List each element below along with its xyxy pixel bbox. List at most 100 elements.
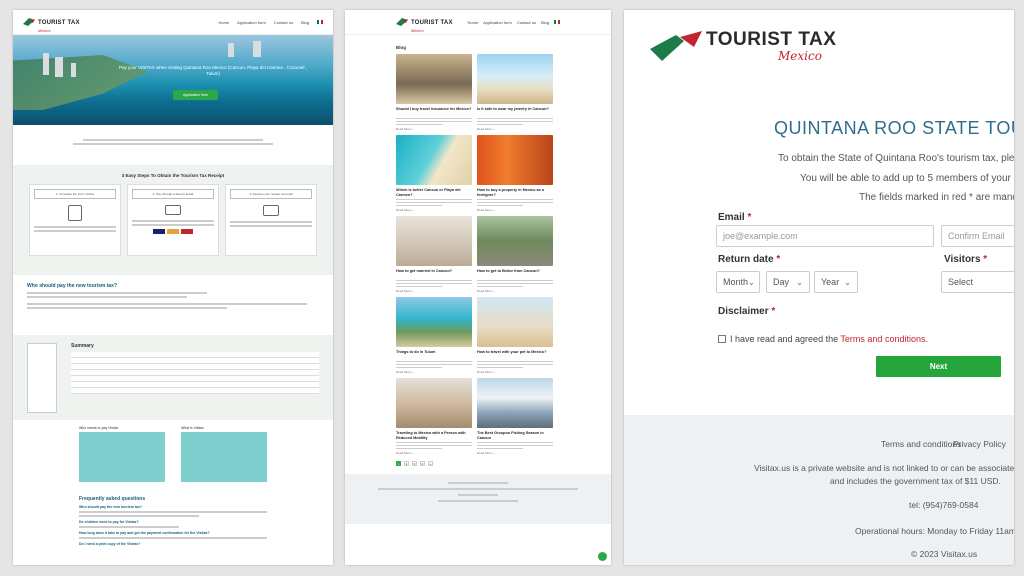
page-1-button[interactable]: 1 [396, 461, 401, 466]
logo-plane-icon [650, 31, 702, 61]
blog-card[interactable]: How to travel with your pet to Mexico? R… [477, 297, 553, 374]
footer-privacy-link[interactable]: Privacy Policy [953, 439, 1006, 449]
year-select[interactable]: Year ⌄ [814, 271, 858, 293]
blog-card[interactable]: Which is better Cancun or Playa del Carm… [396, 135, 472, 212]
next-page-button[interactable]: » [428, 461, 433, 466]
blog-card-image[interactable] [396, 54, 472, 104]
blog-card-image[interactable] [396, 297, 472, 347]
nav-blog[interactable]: Blog [541, 20, 549, 25]
chevron-down-icon: ⌄ [796, 277, 803, 287]
blog-title: Blog [396, 45, 406, 50]
summary-section: Summary [13, 335, 333, 420]
chevron-down-icon: ⌄ [844, 277, 851, 287]
blog-card-image[interactable] [477, 378, 553, 428]
faq-question[interactable]: Do children need to pay for Visitax? [79, 520, 267, 524]
email-label: Email * [718, 212, 752, 223]
logo-plane-icon [396, 18, 408, 26]
nav-home[interactable]: Home [219, 20, 230, 25]
blog-card[interactable]: How to buy a property in Mexico as a for… [477, 135, 553, 212]
blog-card[interactable]: The Best Groupon Fishing Season in Cancu… [477, 378, 553, 455]
page-2-button[interactable]: 2 [404, 461, 409, 466]
steps-title: 3 Easy Steps To Obtain the Tourism Tax R… [121, 173, 225, 178]
summary-table: Summary [71, 343, 319, 412]
site-logo[interactable]: TOURIST TAX Mexico [650, 30, 988, 62]
footer-hours: Operational hours: Monday to Friday 11am… [855, 526, 1014, 536]
form-instructions: To obtain the State of Quintana Roo's to… [778, 153, 1014, 164]
steps-section: 3 Easy Steps To Obtain the Tourism Tax R… [13, 165, 333, 275]
blog-card-image[interactable] [477, 297, 553, 347]
hero-building [55, 57, 63, 77]
page-3-button[interactable]: 3 [412, 461, 417, 466]
mexico-flag-icon[interactable] [317, 19, 323, 24]
blog-card-image[interactable] [477, 54, 553, 104]
form-instructions: You will be able to add up to 5 members … [800, 173, 1014, 184]
mexico-flag-icon[interactable] [554, 19, 560, 24]
hero-banner: Pay your VISITAX when visiting Quintana … [13, 35, 333, 125]
nav-home[interactable]: Home [468, 20, 479, 25]
page-4-button[interactable]: 4 [420, 461, 425, 466]
blog-card[interactable]: Traveling to Mexico with a Person with R… [396, 378, 472, 455]
envelope-icon [263, 205, 279, 216]
visitors-label: Visitors * [944, 254, 988, 265]
footer-disclaimer: Visitax.us is a private website and is n… [754, 463, 1014, 473]
tile-who-needs[interactable]: Who needs to pay Visitax [79, 426, 165, 484]
application-form-preview: TOURIST TAX Mexico QUINTANA ROO STATE TO… [624, 10, 1014, 565]
info-tiles: Who needs to pay Visitax What is Visitax [13, 420, 333, 490]
blog-card-image[interactable] [396, 135, 472, 185]
blog-card-image[interactable] [396, 216, 472, 266]
visitors-select[interactable]: Select [941, 271, 1014, 293]
footer-terms-link[interactable]: Terms and conditions [881, 439, 961, 449]
hero-building [228, 43, 234, 57]
blog-card-image[interactable] [396, 378, 472, 428]
agree-text: I have read and agreed the Terms and con… [730, 334, 928, 344]
site-logo[interactable]: TOURIST TAX Mexico [396, 11, 453, 33]
form-header: TOURIST TAX Mexico [624, 10, 1014, 88]
chat-bubble-icon[interactable] [598, 552, 607, 561]
blog-page-preview: TOURIST TAX Mexico Home Application form … [345, 10, 611, 565]
tile-what-is[interactable]: What is Visitax [181, 426, 267, 484]
nav-contact[interactable]: Contact us [274, 20, 293, 25]
credit-card-icon [165, 205, 181, 215]
return-date-label: Return date * [718, 254, 781, 265]
chevron-down-icon: ⌄ [748, 277, 755, 287]
disclaimer-label: Disclaimer * [718, 306, 776, 317]
intro-text [13, 125, 333, 165]
month-select[interactable]: Month ⌄ [716, 271, 760, 293]
email-field[interactable]: joe@example.com [716, 225, 934, 247]
footer-disclaimer: and includes the government tax of $11 U… [830, 476, 1001, 486]
blog-card[interactable]: Things to do in Tulum Read More » [396, 297, 472, 374]
blog-list: Blog Should I buy travel insurance for M… [345, 35, 611, 455]
hero-application-button[interactable]: Application form [173, 90, 219, 100]
site-nav: Home Application form Contact us Blog [219, 19, 323, 25]
form-footer: Terms and conditions Privacy Policy Visi… [624, 415, 1014, 565]
site-logo[interactable]: TOURIST TAX Mexico [23, 11, 80, 33]
confirm-email-field[interactable]: Confirm Email [941, 225, 1014, 247]
nav-application-form[interactable]: Application form [237, 20, 266, 25]
blog-card[interactable]: Is it safe to wear my jewelry in Cancun?… [477, 54, 553, 131]
step-card: 2. Pay through a Secure Email [127, 184, 219, 256]
day-select[interactable]: Day ⌄ [766, 271, 810, 293]
blog-card-image[interactable] [477, 216, 553, 266]
blog-card[interactable]: How to get to Belize from Cancun? Read M… [477, 216, 553, 293]
footer-phone: tel: (954)769-0584 [909, 500, 979, 510]
nav-blog[interactable]: Blog [301, 20, 309, 25]
terms-link[interactable]: Terms and conditions. [840, 334, 928, 344]
blog-footer [345, 474, 611, 524]
form-instructions: The fields marked in red * are mandator [859, 192, 1014, 203]
faq-section: Frequently asked questions Who should pa… [13, 490, 333, 554]
next-button[interactable]: Next [876, 356, 1001, 377]
site-header: TOURIST TAX Mexico Home Application form … [345, 10, 611, 35]
blog-card[interactable]: Should I buy travel insurance for Mexico… [396, 54, 472, 131]
faq-question[interactable]: How long does it take to pay and get the… [79, 531, 267, 535]
agree-checkbox[interactable] [718, 335, 726, 343]
faq-question[interactable]: Do I need a print copy of the Visitax? [79, 542, 267, 546]
blog-card-image[interactable] [477, 135, 553, 185]
hero-building [71, 63, 76, 77]
hero-building [43, 53, 49, 75]
homepage-preview: TOURIST TAX Mexico Home Application form … [13, 10, 333, 565]
faq-question[interactable]: Who should pay the new tourism tax? [79, 505, 267, 509]
nav-application-form[interactable]: Application form [483, 20, 512, 25]
hero-image-land [13, 55, 148, 110]
nav-contact[interactable]: Contact us [517, 20, 536, 25]
blog-card[interactable]: How to get married in Cancun? Read More … [396, 216, 472, 293]
